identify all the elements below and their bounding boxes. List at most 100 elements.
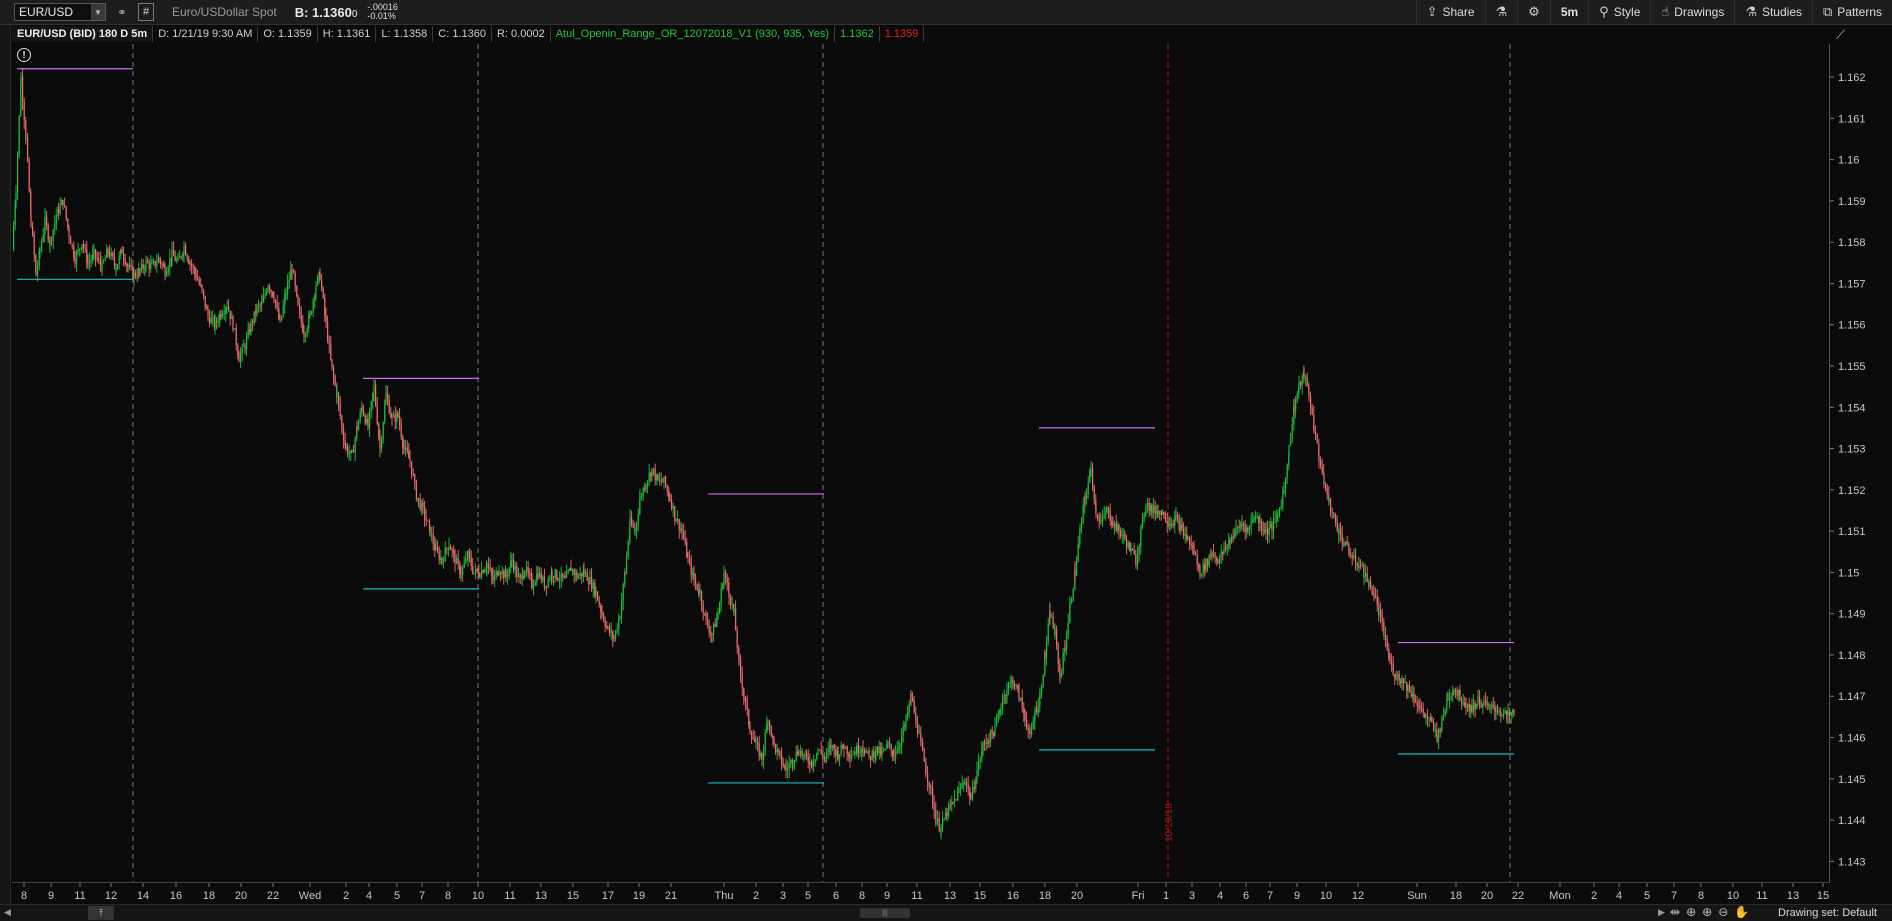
drawings-button[interactable]: ☝ Drawings [1650,0,1734,25]
candle-body [237,345,239,356]
candle-body [1279,508,1281,515]
patterns-button[interactable]: ⧉ Patterns [1812,0,1892,25]
candle-body [975,780,977,790]
style-button[interactable]: ⚲ Style [1588,0,1650,25]
candle-body [1002,701,1004,709]
y-axis[interactable]: 1.162 1.161 1.16 1.159 1.158 1.157 1.156 1.155 1… [1830,44,1890,882]
candle-body [1375,596,1377,597]
x-axis[interactable]: 8 9 11 12 14 16 18 20 22 Wed 2 4 5 7 8 10 11 13 15 17 19 21 Th… [12,882,1830,904]
crosshair-icon[interactable]: ⊕ [1686,905,1696,919]
candle-body [1366,573,1368,582]
candle-body [1183,527,1185,536]
candle-body [1416,702,1418,707]
candle-body [979,759,981,761]
candle-body [556,569,558,579]
candle-body [183,245,185,255]
candle-body [1102,515,1104,522]
candle-body [491,569,493,576]
candle-body [1077,544,1079,562]
candle-body [210,318,212,324]
zoom-out-icon[interactable]: ⊖ [1718,905,1728,919]
flask-button[interactable]: ⚗ [1484,0,1518,25]
candle-body [804,753,806,755]
candle-body [779,751,781,754]
study-name[interactable]: Atul_Openin_Range_OR_12072018_V1 (930, 9… [551,26,836,42]
candle-body [1180,524,1182,531]
candle-body [133,272,135,278]
candle-body [302,321,304,333]
candle-body [1036,709,1038,713]
studies-button[interactable]: ⚗ Studies [1734,0,1812,25]
candle-body [484,569,486,573]
candle-body [339,403,341,416]
candle-body [1087,482,1089,494]
bid-price-value: B: 1.1360 [294,4,352,20]
candle-body [459,562,461,574]
candle-body [960,787,962,789]
candle-body [1311,408,1313,414]
candle-body [1291,424,1293,440]
expand-horizontal-icon[interactable]: ⇹ [1670,905,1680,919]
share-button[interactable]: ⇪ Share [1415,0,1485,25]
candle-body [647,481,649,486]
candle-body [394,414,396,422]
candle-body [278,307,280,319]
candle-body [746,702,748,710]
candle-body [707,619,709,627]
drawing-set-label[interactable]: Drawing set: Default [1778,907,1877,919]
y-tick-label: 1.161 [1838,113,1866,125]
candle-body [1052,617,1054,629]
candle-body [908,703,910,713]
x-tick-label: Wed [299,890,321,902]
candle-body [1500,711,1502,715]
candle-body [366,419,368,424]
candle-body [1250,521,1252,527]
candle-body [469,551,471,558]
candle-body [657,474,659,481]
pan-hand-icon[interactable]: ✋ [1734,905,1749,919]
symbol-selector[interactable]: EUR/USD ▼ [14,3,106,21]
candle-body [287,282,289,294]
zoom-in-icon[interactable]: ⊕ [1702,905,1712,919]
scrollbar-thumb[interactable]: ||| [860,908,910,918]
candle-body [1032,721,1034,730]
candle-body [348,453,350,455]
price-chart[interactable]: 10/19/18 [12,44,1828,882]
candle-body [37,266,39,276]
scroll-home-icon[interactable]: ⤒ [88,906,114,920]
hash-icon[interactable]: # [138,3,154,21]
left-panel-strip[interactable] [0,25,11,905]
candle-body [58,209,60,214]
chevron-down-icon[interactable]: ▼ [91,4,105,20]
candle-body [854,751,856,755]
candle-body [1186,534,1188,540]
candle-body [656,474,658,480]
scroll-right-icon[interactable]: ▶ [1658,907,1665,918]
candle-body [581,572,583,577]
candle-body [1401,678,1403,684]
candle-body [1315,432,1317,434]
candle-body [1325,484,1327,488]
candle-body [1193,547,1195,554]
candle-body [1106,507,1108,513]
candle-body [546,585,548,587]
settings-button[interactable]: ⚙ [1517,0,1550,25]
candle-body [147,260,149,263]
candle-body [1376,596,1378,605]
candle-body [470,557,472,567]
drawing-tool-icon[interactable]: ⟋ [1836,27,1845,43]
candle-body [1449,697,1451,700]
candle-body [62,199,64,206]
x-tick-label: 4 [1217,890,1223,902]
scroll-left-icon[interactable]: ◀ [4,907,11,918]
candle-body [554,569,556,578]
link-icon[interactable]: ⚭ [114,3,130,21]
share-label: Share [1442,5,1475,19]
candle-body [328,340,330,345]
candle-body [345,445,347,448]
candle-body [1198,563,1200,566]
candle-body [927,773,929,782]
timeframe-button[interactable]: 5m [1549,0,1588,25]
candle-body [1456,690,1458,696]
zoom-tools: ⇹ ⊕ ⊕ ⊖ ✋ [1670,905,1749,919]
